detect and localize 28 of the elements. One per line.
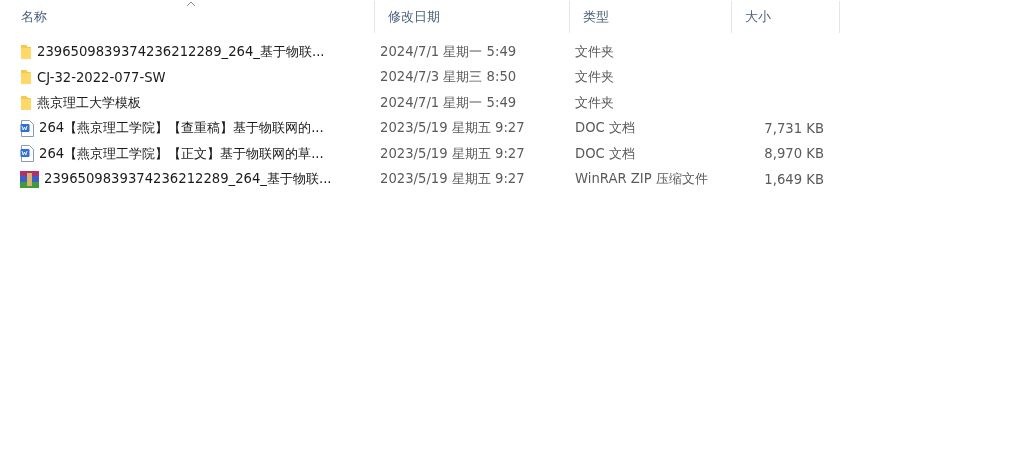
modified-date: 2023/5/19 星期五 9:27	[379, 170, 526, 189]
folder-icon	[20, 69, 32, 86]
file-name[interactable]: 2396509839374236212289_264_基于物联...	[37, 42, 325, 61]
file-name[interactable]: 2396509839374236212289_264_基于物联...	[44, 170, 332, 189]
file-name[interactable]: 燕京理工大学模板	[37, 93, 141, 112]
modified-date: 2024/7/3 星期三 8:50	[379, 68, 518, 87]
file-type: 文件夹	[574, 68, 615, 87]
document-icon	[20, 145, 34, 163]
file-size: 1,649 KB	[763, 171, 825, 187]
file-type: 文件夹	[574, 93, 615, 112]
folder-icon	[20, 94, 32, 111]
file-size: 8,970 KB	[763, 146, 825, 162]
sort-caret-icon	[186, 1, 196, 7]
modified-date: 2024/7/1 星期一 5:49	[379, 93, 518, 112]
file-name[interactable]: 264【燕京理工学院】【正文】基于物联网的草...	[39, 144, 324, 163]
archive-icon	[20, 170, 39, 188]
file-type: 文件夹	[574, 42, 615, 61]
file-name[interactable]: 264【燕京理工学院】【查重稿】基于物联网的...	[39, 119, 324, 138]
modified-date: 2023/5/19 星期五 9:27	[379, 119, 526, 138]
file-type: WinRAR ZIP 压缩文件	[574, 170, 709, 189]
file-size: 7,731 KB	[763, 120, 825, 136]
folder-icon	[20, 43, 32, 60]
modified-date: 2024/7/1 星期一 5:49	[379, 42, 518, 61]
file-type: DOC 文档	[574, 119, 636, 138]
file-name[interactable]: CJ-32-2022-077-SW	[37, 69, 166, 85]
modified-date: 2023/5/19 星期五 9:27	[379, 144, 526, 163]
file-type: DOC 文档	[574, 144, 636, 163]
document-icon	[20, 119, 34, 137]
